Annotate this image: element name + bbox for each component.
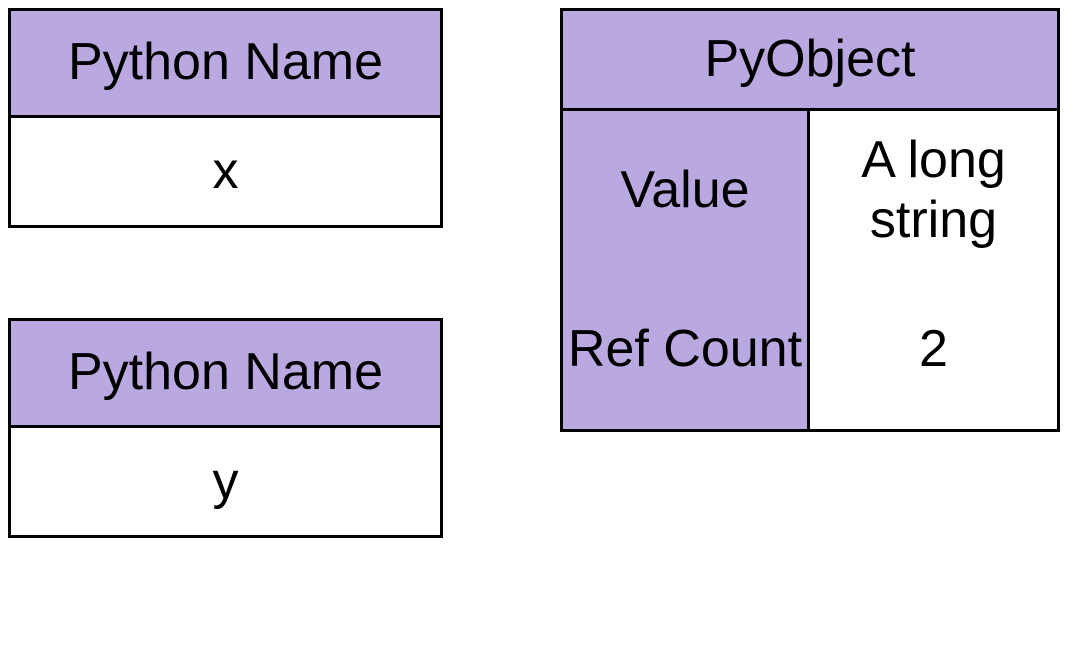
python-name-y-value: y <box>11 428 440 535</box>
pyobject-refcount-label: Ref Count <box>563 270 810 429</box>
pyobject-value-row: Value A long string <box>563 111 1057 270</box>
pyobject-refcount-row: Ref Count 2 <box>563 270 1057 429</box>
pyobject-value-label: Value <box>563 111 810 270</box>
python-name-x-box: Python Name x <box>8 8 443 228</box>
python-name-y-header: Python Name <box>11 321 440 428</box>
pyobject-box: PyObject Value A long string Ref Count 2 <box>560 8 1060 432</box>
python-name-x-value: x <box>11 118 440 225</box>
pyobject-header: PyObject <box>563 11 1057 111</box>
python-name-y-box: Python Name y <box>8 318 443 538</box>
pyobject-value-content: A long string <box>810 111 1057 270</box>
pyobject-refcount-value: 2 <box>810 270 1057 429</box>
python-name-x-header: Python Name <box>11 11 440 118</box>
